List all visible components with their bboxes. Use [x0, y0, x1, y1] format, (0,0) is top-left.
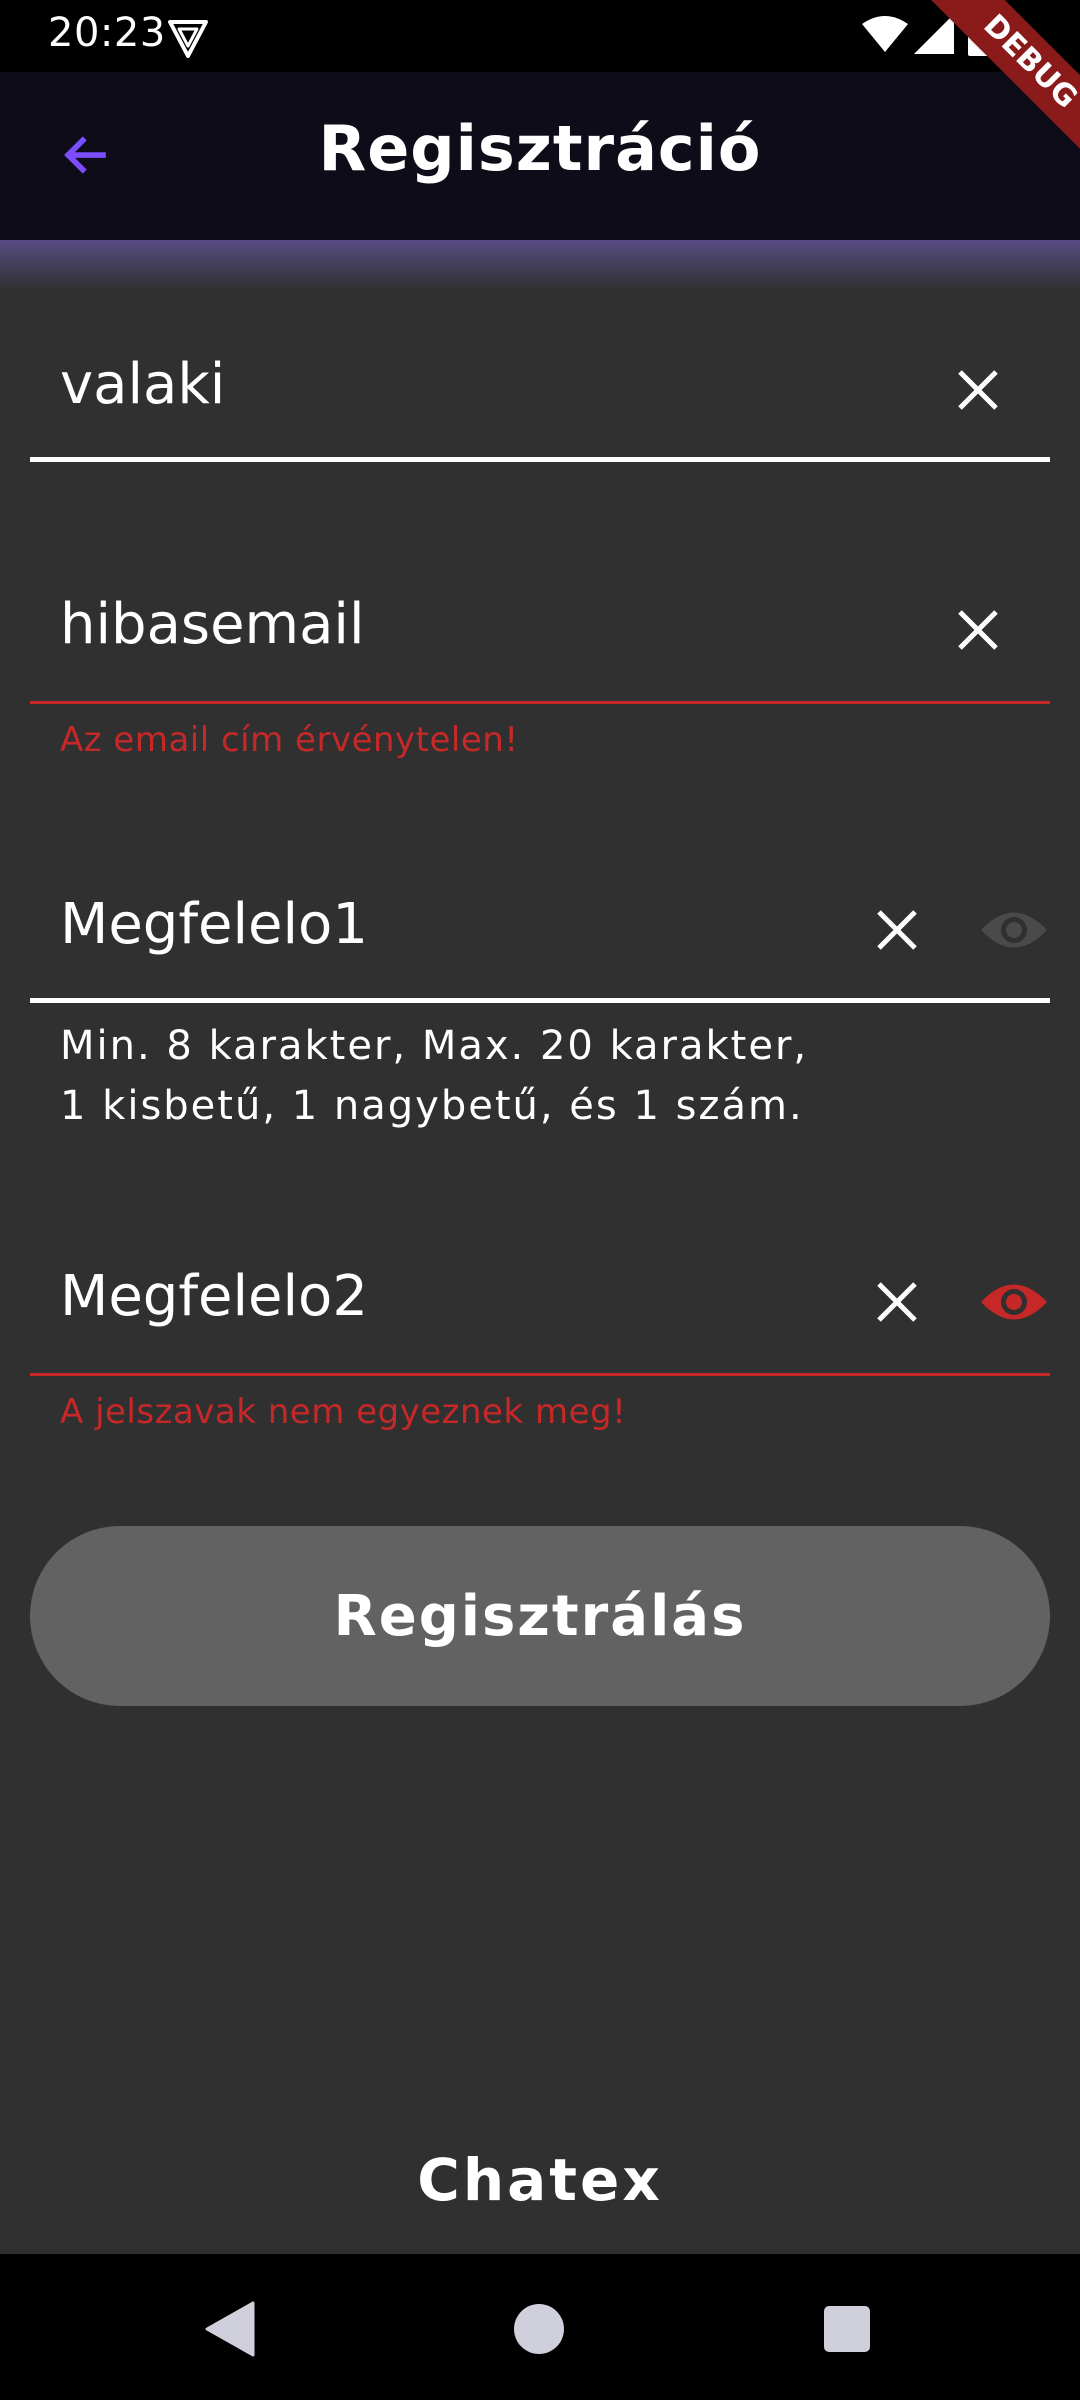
page-title: Regisztráció [318, 112, 762, 185]
nav-recents-button[interactable] [812, 2294, 882, 2364]
email-underline [30, 701, 1050, 704]
app-bar-shadow [0, 240, 1080, 290]
username-input-value[interactable]: valaki [60, 352, 225, 417]
footer-brand: Chatex [417, 2146, 663, 2214]
status-time: 20:23 [48, 10, 166, 56]
password-input-value[interactable]: Megfelelo1 [60, 892, 368, 957]
password-helper-line-1: Min. 8 karakter, Max. 20 karakter, [60, 1023, 809, 1069]
vpn-icon [166, 16, 210, 60]
password-clear-button[interactable] [862, 895, 932, 965]
home-circle-icon [514, 2304, 564, 2354]
password-helper-line-2: 1 kisbetű, 1 nagybetű, és 1 szám. [60, 1083, 804, 1129]
password-confirm-underline [30, 1373, 1050, 1376]
password-underline [30, 998, 1050, 1003]
recents-square-icon [824, 2306, 870, 2352]
nav-home-button[interactable] [504, 2294, 574, 2364]
back-triangle-icon [205, 2301, 255, 2357]
eye-icon [981, 912, 1047, 948]
password-confirm-error-text: A jelszavak nem egyeznek meg! [60, 1392, 627, 1432]
email-input-value[interactable]: hibasemail [60, 592, 365, 657]
password-confirm-visibility-toggle[interactable] [974, 1267, 1054, 1337]
register-button[interactable]: Regisztrálás [30, 1526, 1050, 1706]
close-icon [877, 1282, 917, 1322]
nav-back-button[interactable] [194, 2294, 264, 2364]
username-underline [30, 457, 1050, 462]
password-visibility-toggle[interactable] [974, 895, 1054, 965]
close-icon [958, 610, 998, 650]
password-confirm-clear-button[interactable] [862, 1267, 932, 1337]
close-icon [958, 370, 998, 410]
wifi-icon [862, 14, 908, 54]
email-clear-button[interactable] [943, 595, 1013, 665]
eye-icon [981, 1284, 1047, 1320]
email-error-text: Az email cím érvénytelen! [60, 720, 519, 760]
close-icon [877, 910, 917, 950]
password-confirm-input-value[interactable]: Megfelelo2 [60, 1264, 368, 1329]
signal-icon [914, 14, 954, 54]
username-clear-button[interactable] [943, 355, 1013, 425]
